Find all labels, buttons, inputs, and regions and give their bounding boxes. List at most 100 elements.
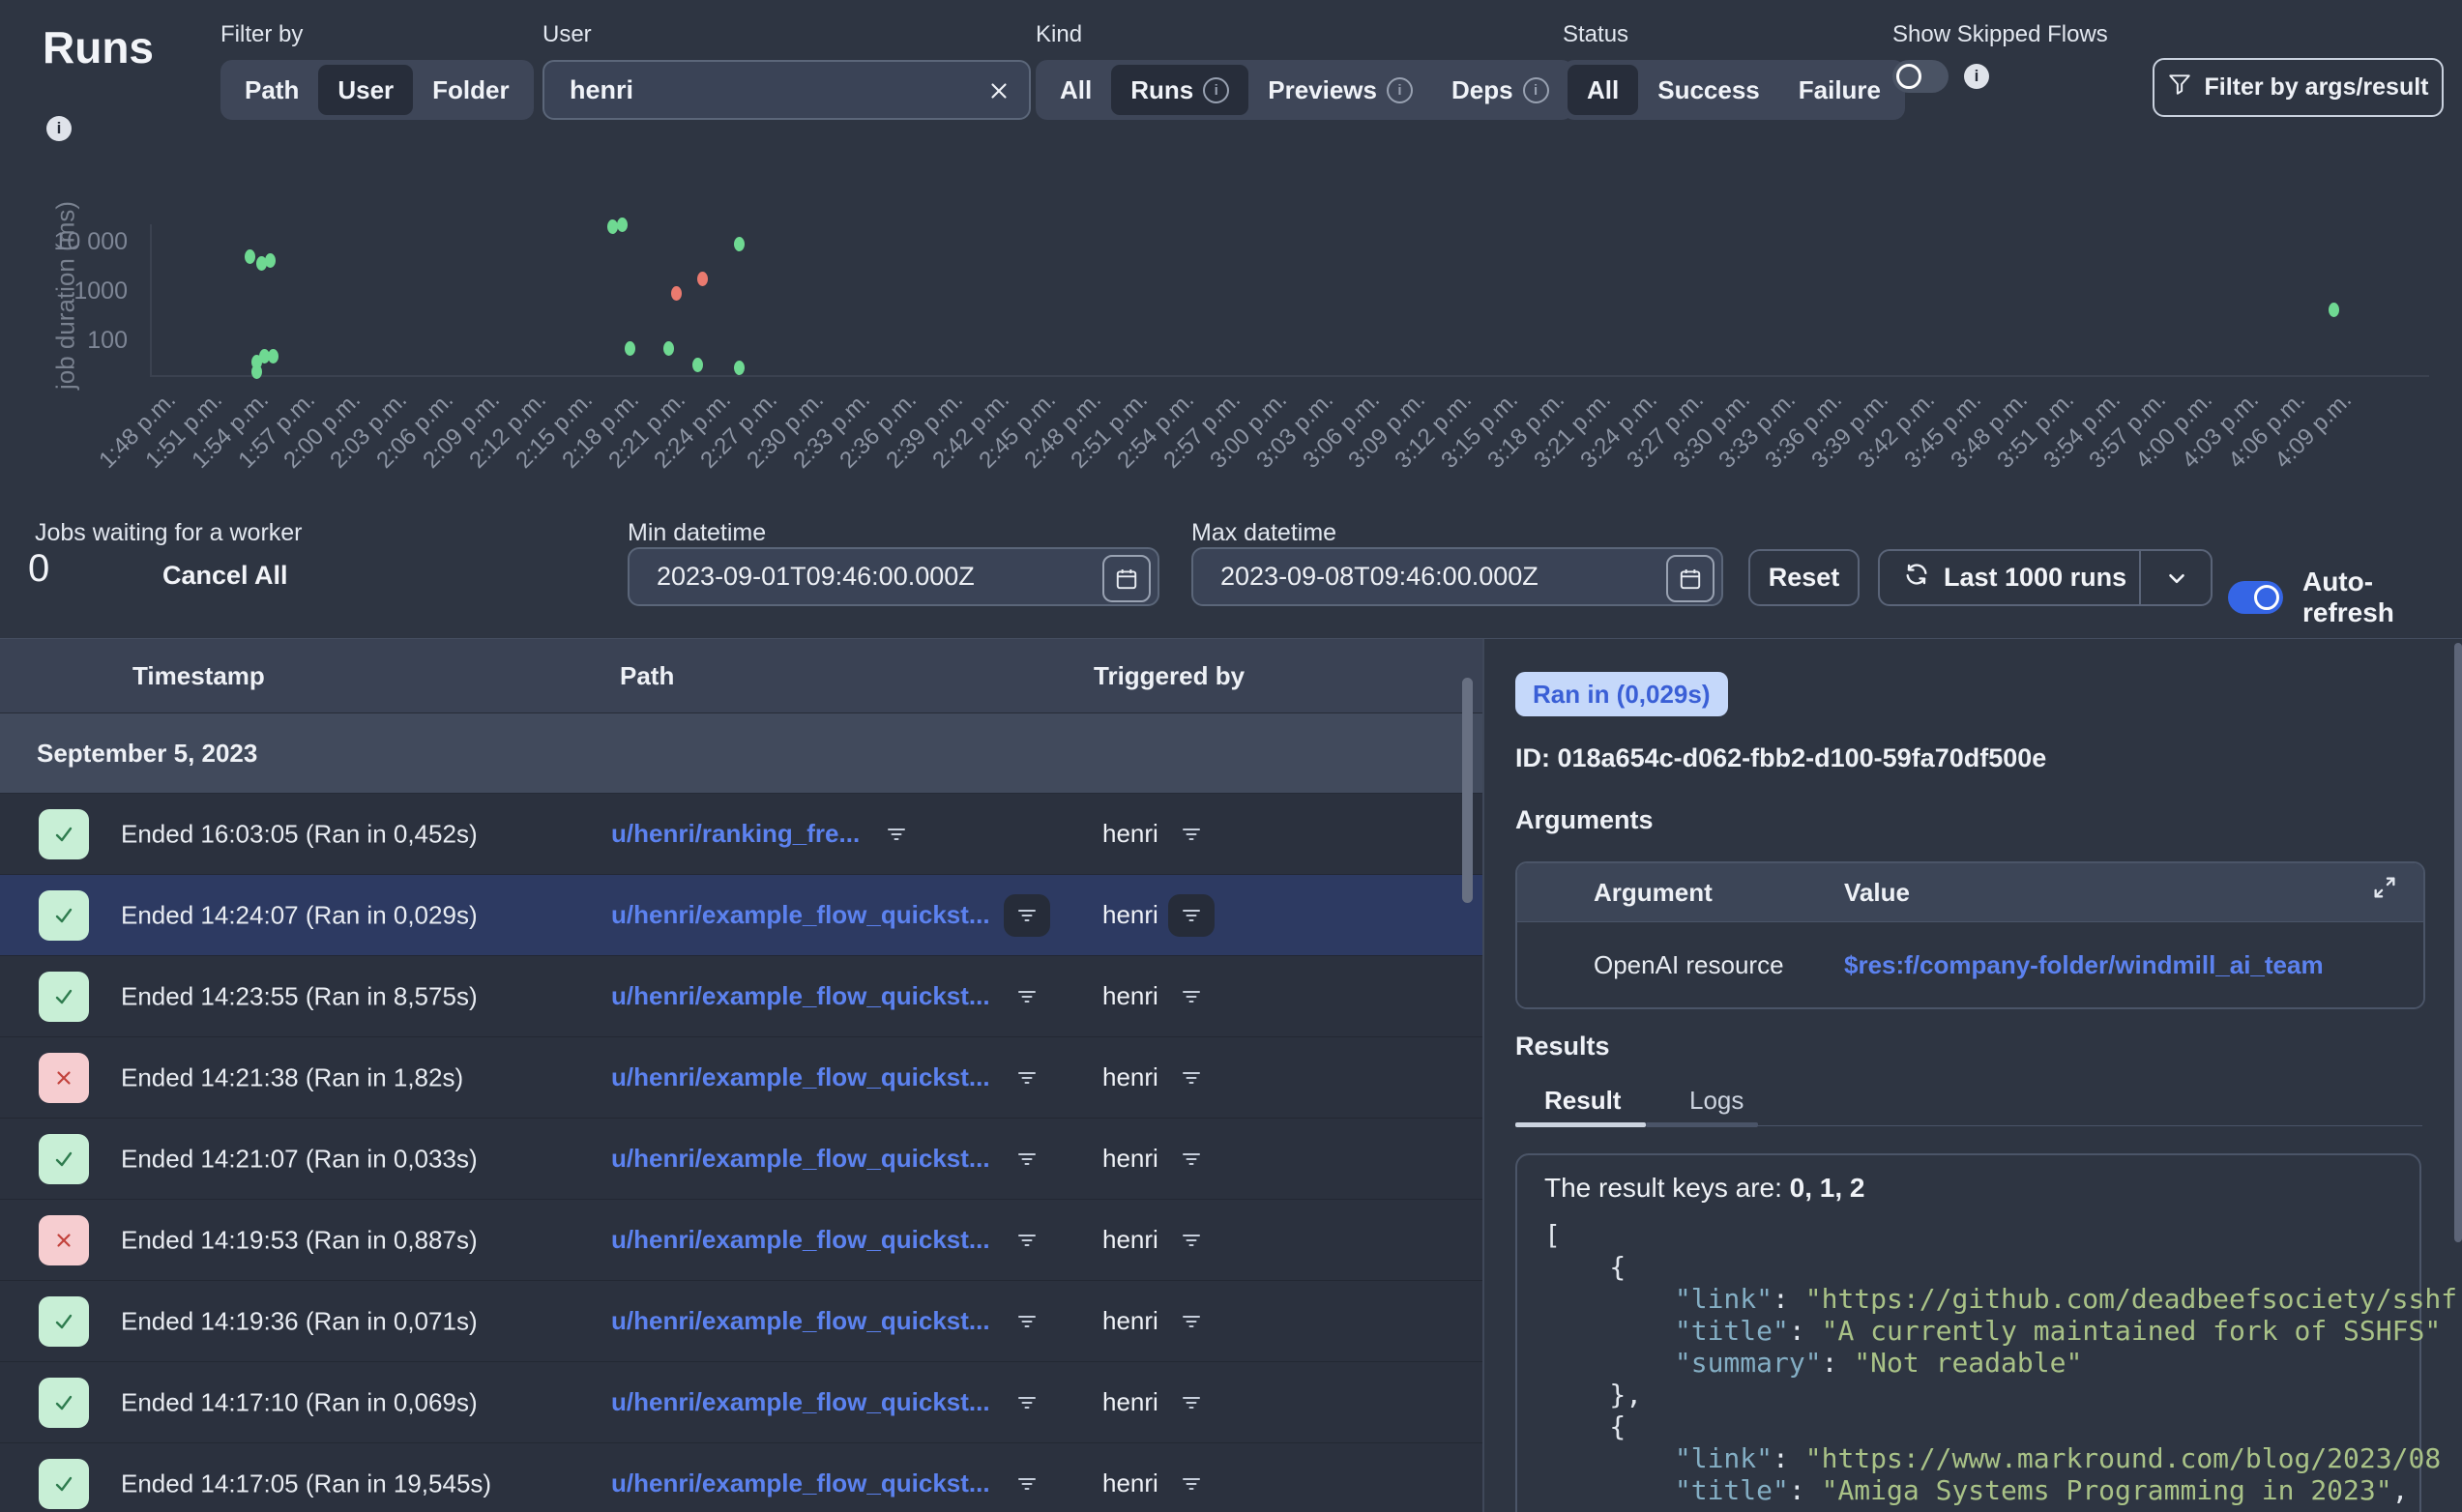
filter-by-user-icon[interactable] bbox=[1168, 1300, 1215, 1343]
filter-by-path-icon[interactable] bbox=[1004, 1381, 1050, 1424]
user-filter-input[interactable] bbox=[544, 75, 982, 105]
json-token: "Not readable" bbox=[1854, 1347, 2082, 1379]
arguments-table: Argument Value OpenAI resource $res:f/co… bbox=[1515, 861, 2425, 1009]
run-path-link[interactable]: u/henri/example_flow_quickst... bbox=[611, 981, 990, 1011]
skipped-flows-toggle[interactable] bbox=[1892, 60, 1949, 93]
filter-by-path-icon[interactable] bbox=[1004, 1138, 1050, 1180]
table-row[interactable]: Ended 14:17:05 (Ran in 19,545s)u/henri/e… bbox=[0, 1443, 1482, 1512]
run-triggered-by-cell: henri bbox=[1102, 1381, 1215, 1424]
filter-by-path-icon[interactable] bbox=[1004, 1219, 1050, 1262]
user-filter-inputbox bbox=[542, 60, 1031, 120]
segment-all[interactable]: All bbox=[1040, 65, 1111, 115]
y-tick-10000: 10 000 bbox=[31, 228, 128, 256]
run-path-link[interactable]: u/henri/example_flow_quickst... bbox=[611, 1306, 990, 1336]
runs-bottom-section: Timestamp Path Triggered by September 5,… bbox=[0, 638, 2462, 1512]
run-path-link[interactable]: u/henri/example_flow_quickst... bbox=[611, 1468, 990, 1498]
run-path-link[interactable]: u/henri/example_flow_quickst... bbox=[611, 1062, 990, 1092]
result-intro-text: The result keys are: bbox=[1544, 1173, 1790, 1203]
min-datetime-calendar-button[interactable] bbox=[1102, 555, 1151, 602]
max-datetime-input[interactable] bbox=[1193, 562, 1663, 592]
reset-button[interactable]: Reset bbox=[1748, 549, 1860, 606]
filter-by-user-icon[interactable] bbox=[1168, 894, 1215, 937]
segment-label: Previews bbox=[1268, 75, 1377, 105]
filter-by-user-icon[interactable] bbox=[1168, 1463, 1215, 1505]
runs-info-icon[interactable]: i bbox=[46, 116, 72, 141]
filter-by-path-icon[interactable] bbox=[1004, 1300, 1050, 1343]
segment-label: Path bbox=[245, 75, 299, 105]
segment-all[interactable]: All bbox=[1568, 65, 1638, 115]
page-scrollbar[interactable] bbox=[2454, 643, 2462, 1242]
json-token: "https://github.com/deadbeefsociety/sshf bbox=[1805, 1283, 2457, 1315]
filter-by-user-icon[interactable] bbox=[1168, 1057, 1215, 1099]
arguments-table-header: Argument Value bbox=[1517, 863, 2423, 922]
last-1000-runs-button[interactable]: Last 1000 runs bbox=[1878, 549, 2213, 606]
segment-previews[interactable]: Previewsi bbox=[1248, 65, 1432, 115]
date-group-label: September 5, 2023 bbox=[37, 713, 257, 793]
runs-list: Ended 16:03:05 (Ran in 0,452s)u/henri/ra… bbox=[0, 794, 1482, 1512]
scatter-point-success bbox=[245, 249, 255, 264]
min-datetime-input[interactable] bbox=[630, 562, 1099, 592]
run-timestamp: Ended 14:21:07 (Ran in 0,033s) bbox=[121, 1144, 478, 1174]
segment-label: Runs bbox=[1130, 75, 1193, 105]
result-keys: 0, 1, 2 bbox=[1790, 1173, 1865, 1203]
run-path-link[interactable]: u/henri/example_flow_quickst... bbox=[611, 1387, 990, 1417]
expand-icon[interactable] bbox=[2371, 863, 2398, 921]
segment-failure[interactable]: Failure bbox=[1779, 65, 1900, 115]
table-row[interactable]: Ended 14:23:55 (Ran in 8,575s)u/henri/ex… bbox=[0, 956, 1482, 1037]
run-triggered-by-cell: henri bbox=[1102, 1219, 1215, 1262]
cancel-all-button[interactable]: Cancel All bbox=[162, 561, 288, 591]
filter-by-user-icon[interactable] bbox=[1168, 1138, 1215, 1180]
success-check-icon bbox=[39, 890, 89, 941]
segment-label: All bbox=[1060, 75, 1092, 105]
table-row[interactable]: Ended 14:19:53 (Ran in 0,887s)u/henri/ex… bbox=[0, 1200, 1482, 1281]
run-path-link[interactable]: u/henri/example_flow_quickst... bbox=[611, 900, 990, 930]
segment-deps[interactable]: Depsi bbox=[1432, 65, 1568, 115]
filter-by-args-result-label: Filter by args/result bbox=[2204, 73, 2428, 102]
table-row[interactable]: Ended 14:17:10 (Ran in 0,069s)u/henri/ex… bbox=[0, 1362, 1482, 1443]
json-token: }, bbox=[1544, 1379, 1642, 1410]
filter-by-path-icon[interactable] bbox=[873, 813, 920, 856]
button-divider bbox=[2139, 551, 2141, 604]
y-tick-100: 100 bbox=[31, 327, 128, 355]
table-row[interactable]: Ended 16:03:05 (Ran in 0,452s)u/henri/ra… bbox=[0, 794, 1482, 875]
filter-by-user-icon[interactable] bbox=[1168, 813, 1215, 856]
tab-logs[interactable]: Logs bbox=[1689, 1086, 1744, 1116]
run-path-link[interactable]: u/henri/example_flow_quickst... bbox=[611, 1144, 990, 1174]
argument-value-link[interactable]: $res:f/company-folder/windmill_ai_team bbox=[1844, 922, 2324, 1007]
filter-by-path-icon[interactable] bbox=[1004, 1057, 1050, 1099]
triggered-by-user: henri bbox=[1102, 900, 1158, 930]
json-token: { bbox=[1544, 1251, 1626, 1283]
tab-result[interactable]: Result bbox=[1544, 1086, 1621, 1116]
segment-folder[interactable]: Folder bbox=[413, 65, 528, 115]
table-row[interactable]: Ended 14:21:07 (Ran in 0,033s) u/henri/ex… bbox=[0, 1119, 1482, 1200]
table-row[interactable]: Ended 14:24:07 (Ran in 0,029s)u/henri/ex… bbox=[0, 875, 1482, 956]
segment-user[interactable]: User bbox=[318, 65, 413, 115]
skipped-flows-info-icon[interactable]: i bbox=[1964, 64, 1989, 89]
auto-refresh-toggle[interactable] bbox=[2228, 581, 2283, 614]
clear-user-filter-icon[interactable] bbox=[986, 78, 1011, 108]
chevron-down-icon[interactable] bbox=[2164, 566, 2189, 597]
max-datetime-calendar-button[interactable] bbox=[1666, 555, 1715, 602]
filter-by-user-icon[interactable] bbox=[1168, 1219, 1215, 1262]
filter-by-user-icon[interactable] bbox=[1168, 1381, 1215, 1424]
json-token: "Amiga Systems Programming in 2023" bbox=[1822, 1474, 2392, 1506]
result-json-line: "summary": "Not readable" bbox=[1544, 1347, 2419, 1379]
filter-by-path-icon[interactable] bbox=[1004, 975, 1050, 1018]
run-path-link[interactable]: u/henri/ranking_fre... bbox=[611, 819, 860, 849]
segment-path[interactable]: Path bbox=[225, 65, 318, 115]
segment-success[interactable]: Success bbox=[1638, 65, 1779, 115]
filter-by-args-result-button[interactable]: Filter by args/result bbox=[2153, 58, 2444, 117]
json-token: " bbox=[1854, 1506, 1870, 1512]
run-path-link[interactable]: u/henri/example_flow_quickst... bbox=[611, 1225, 990, 1255]
run-timestamp: Ended 14:21:38 (Ran in 1,82s) bbox=[121, 1062, 463, 1092]
table-row[interactable]: Ended 14:19:36 (Ran in 0,071s)u/henri/ex… bbox=[0, 1281, 1482, 1362]
json-token: "link" bbox=[1544, 1442, 1773, 1474]
filter-by-path-icon[interactable] bbox=[1004, 894, 1050, 937]
filter-by-path-icon[interactable] bbox=[1004, 1463, 1050, 1505]
x-axis-line bbox=[150, 375, 2429, 377]
filter-by-user-icon[interactable] bbox=[1168, 975, 1215, 1018]
segment-runs[interactable]: Runsi bbox=[1111, 65, 1248, 115]
json-token: , bbox=[2392, 1474, 2409, 1506]
table-row[interactable]: Ended 14:21:38 (Ran in 1,82s) u/henri/exa… bbox=[0, 1037, 1482, 1119]
table-scrollbar[interactable] bbox=[1462, 678, 1473, 903]
